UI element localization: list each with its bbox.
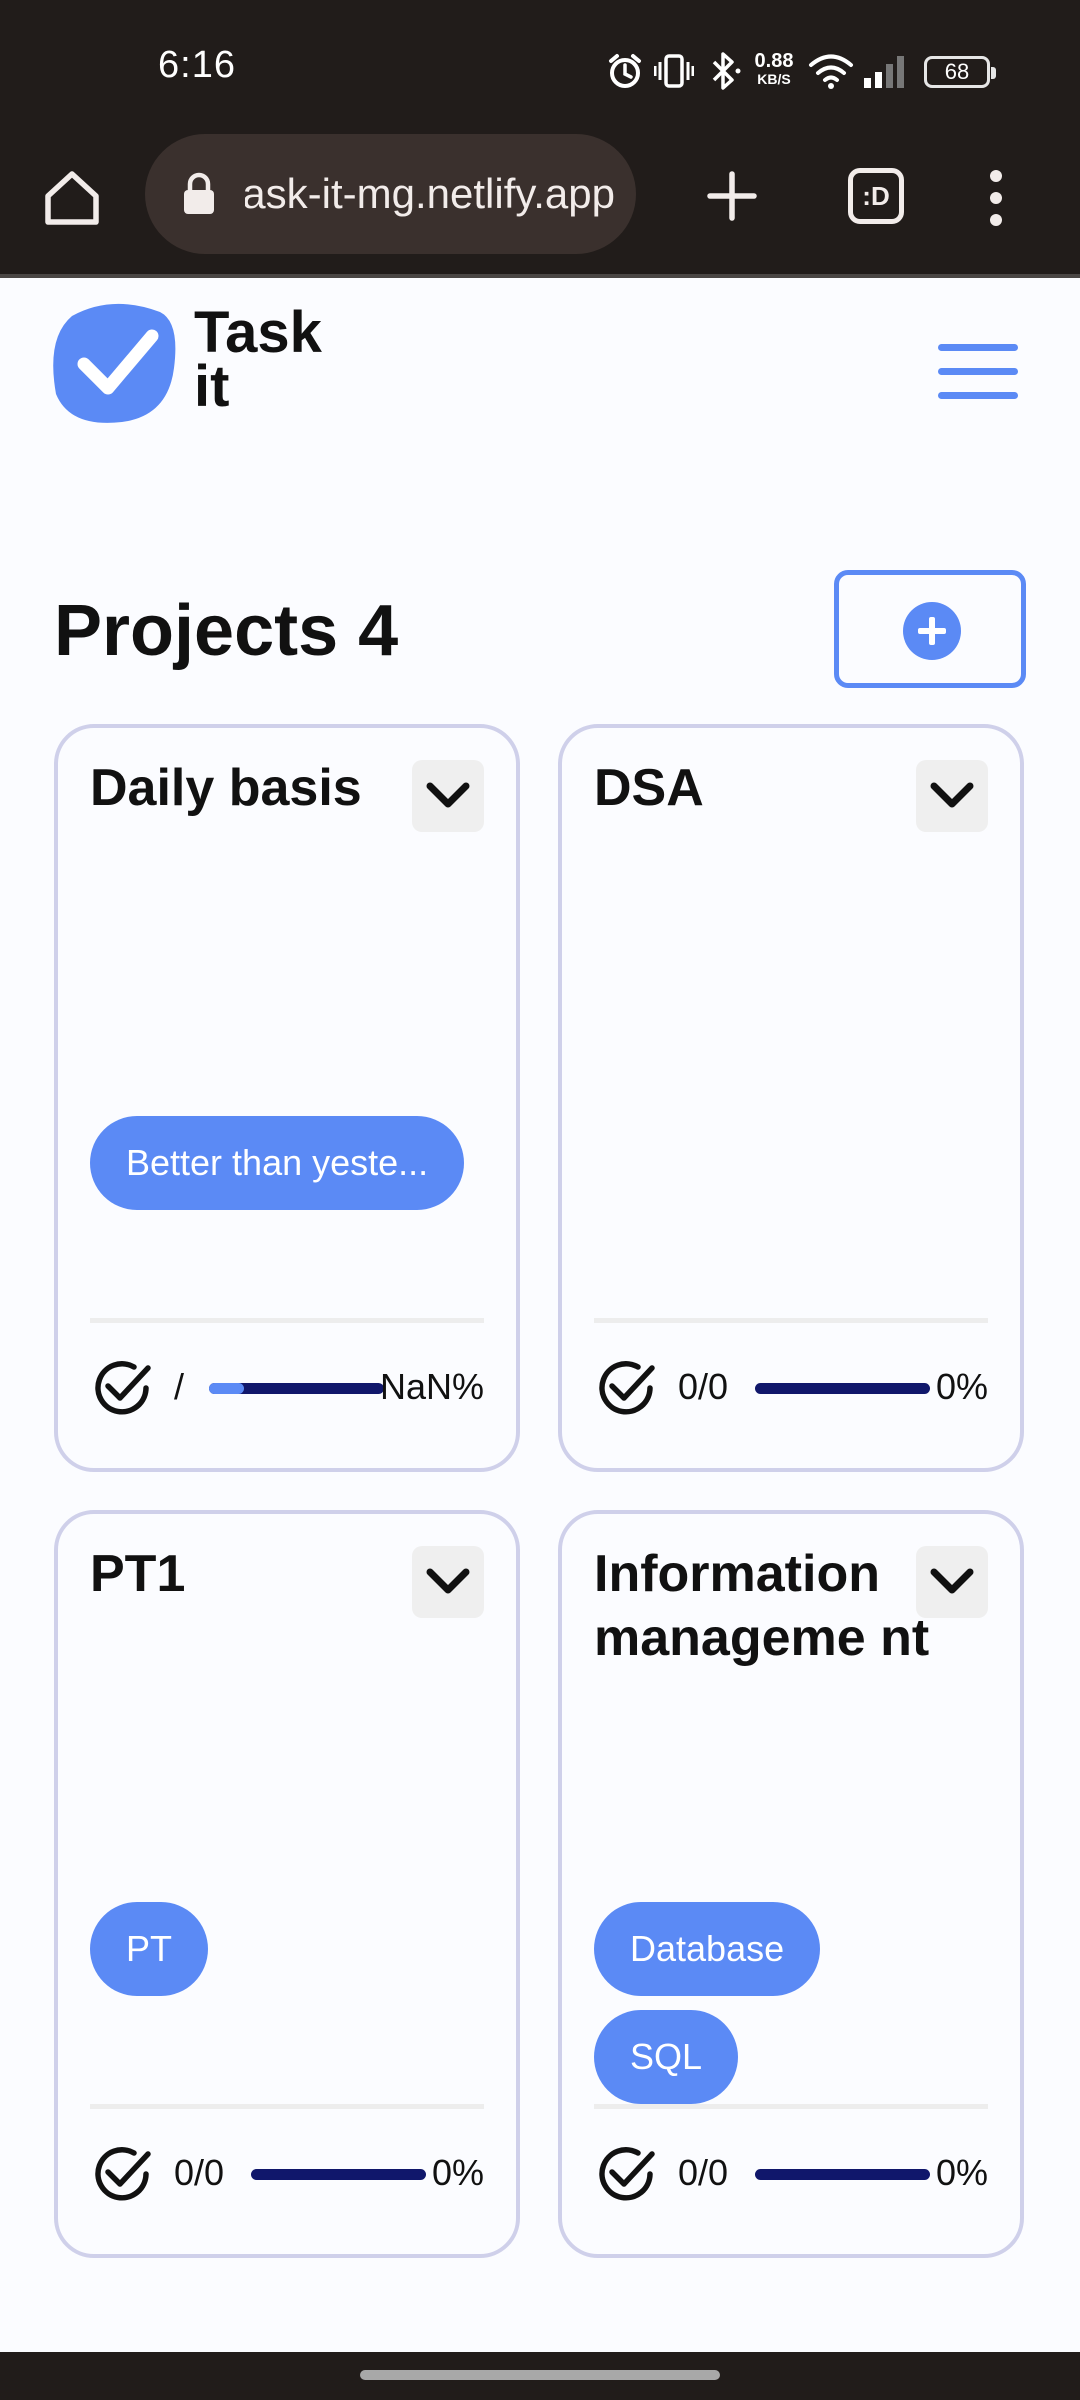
address-bar[interactable]: task-it-mg.netlify.app: [145, 134, 636, 254]
project-tag[interactable]: SQL: [594, 2010, 739, 2104]
project-tags: Better than yeste...: [90, 1116, 490, 1224]
project-tag[interactable]: Better than yeste...: [90, 1116, 465, 1210]
project-progress: / NaN%: [90, 1352, 484, 1422]
project-progress: 0/0 0%: [594, 2138, 988, 2208]
card-divider: [90, 2104, 484, 2109]
network-speed-value: 0.88: [754, 50, 794, 72]
vibrate-icon: [654, 54, 694, 88]
new-tab-icon[interactable]: [704, 168, 760, 224]
progress-bar: [755, 2169, 930, 2180]
task-count: 0/0: [678, 1366, 729, 1407]
projects-title: Projects 4: [54, 591, 399, 671]
project-title[interactable]: PT1: [90, 1542, 430, 1606]
battery-indicator: 68: [924, 56, 996, 88]
project-tags: PT: [90, 1902, 490, 2010]
logo-check-icon[interactable]: [52, 298, 180, 426]
project-progress: 0/0 0%: [594, 1352, 988, 1422]
more-options-icon[interactable]: [980, 166, 1012, 230]
alarm-icon: [609, 54, 641, 88]
project-title[interactable]: Daily basis: [90, 756, 430, 820]
project-card[interactable]: Daily basis Better than yeste... / NaN%: [54, 724, 520, 1472]
check-circle-icon: [90, 1356, 154, 1425]
plus-circle-icon: [903, 602, 961, 660]
progress-bar: [209, 1383, 384, 1394]
tab-switcher-button[interactable]: :D: [848, 168, 904, 224]
wifi-icon: [809, 54, 853, 89]
expand-button[interactable]: [916, 1546, 988, 1618]
task-count: /: [174, 1366, 185, 1407]
menu-line-icon: [938, 368, 1018, 375]
card-divider: [594, 1318, 988, 1323]
project-tags: Database SQL: [594, 1902, 994, 2118]
task-count: 0/0: [174, 2152, 225, 2193]
project-title[interactable]: Information manageme nt: [594, 1542, 934, 1670]
project-card[interactable]: PT1 PT 0/0 0%: [54, 1510, 520, 2258]
progress-percent: 0%: [935, 2152, 988, 2193]
logo-text[interactable]: Task it: [194, 300, 322, 419]
card-divider: [90, 1318, 484, 1323]
lock-icon: [184, 172, 214, 214]
progress-bar-fill: [209, 1383, 244, 1394]
network-speed: 0.88 KB/S: [748, 50, 800, 88]
project-title[interactable]: DSA: [594, 756, 934, 820]
logo-line1: Task: [194, 300, 322, 365]
bluetooth-icon: [712, 52, 741, 90]
project-tag[interactable]: PT: [90, 1902, 209, 1996]
check-circle-icon: [594, 2142, 658, 2211]
progress-bar: [251, 2169, 426, 2180]
system-nav-bar: [0, 2352, 1080, 2400]
status-bar: 6:16 0.88 KB/S 68: [0, 0, 1080, 130]
menu-line-icon: [938, 344, 1018, 351]
expand-button[interactable]: [412, 1546, 484, 1618]
project-tag[interactable]: Database: [594, 1902, 821, 1996]
progress-percent: 0%: [935, 1366, 988, 1407]
add-project-button[interactable]: [834, 570, 1026, 688]
url-text[interactable]: task-it-mg.netlify.app: [245, 170, 615, 218]
task-count: 0/0: [678, 2152, 729, 2193]
home-gesture-handle[interactable]: [360, 2370, 720, 2380]
network-speed-unit: KB/S: [757, 71, 791, 87]
project-card[interactable]: DSA 0/0 0%: [558, 724, 1024, 1472]
home-icon[interactable]: [40, 166, 104, 230]
progress-percent: 0%: [431, 2152, 484, 2193]
app-header: Task it: [0, 278, 1080, 448]
check-circle-icon: [90, 2142, 154, 2211]
menu-button[interactable]: [938, 344, 1018, 402]
expand-button[interactable]: [916, 760, 988, 832]
logo-line2: it: [194, 354, 230, 419]
status-time: 6:16: [158, 44, 236, 86]
browser-toolbar: task-it-mg.netlify.app :D: [0, 130, 1080, 278]
signal-icon: [864, 56, 904, 88]
card-divider: [594, 2104, 988, 2109]
progress-bar: [755, 1383, 930, 1394]
project-progress: 0/0 0%: [90, 2138, 484, 2208]
check-circle-icon: [594, 1356, 658, 1425]
expand-button[interactable]: [412, 760, 484, 832]
menu-line-icon: [938, 392, 1018, 399]
project-card[interactable]: Information manageme nt Database SQL 0/0 0%: [558, 1510, 1024, 2258]
progress-percent: NaN%: [379, 1366, 484, 1407]
